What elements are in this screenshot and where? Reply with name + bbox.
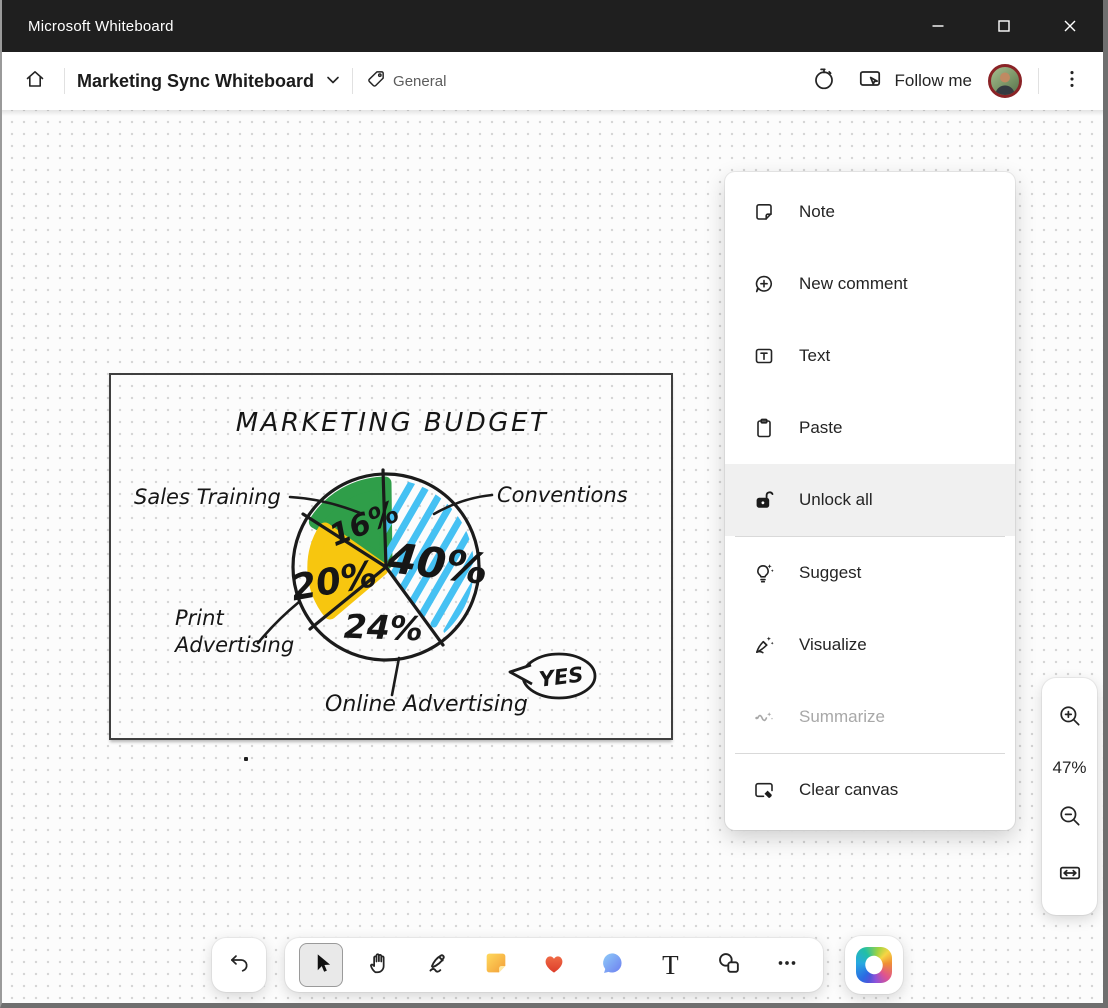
unlock-icon [751, 487, 777, 513]
more-options-button[interactable] [1055, 64, 1089, 98]
slice-value-24: 24% [343, 607, 423, 649]
undo-button[interactable] [212, 938, 266, 992]
screen-share-icon [857, 66, 883, 97]
reaction-tool[interactable] [532, 943, 576, 987]
home-button[interactable] [18, 64, 52, 98]
copilot-icon [856, 947, 892, 983]
slice-value-20: 20% [288, 554, 380, 609]
ellipsis-icon [774, 950, 800, 981]
menu-item-label: Unlock all [799, 490, 873, 510]
tools-toolbar: T [285, 938, 823, 992]
pan-tool[interactable] [357, 943, 401, 987]
comment-bubble-icon [598, 949, 626, 982]
ink-pen-tool[interactable] [416, 943, 460, 987]
timer-button[interactable] [807, 64, 841, 98]
suggest-icon [751, 560, 777, 586]
follow-me-label: Follow me [895, 71, 972, 91]
zoom-level[interactable]: 47% [1052, 758, 1086, 778]
whiteboard-app-window: Microsoft Whiteboard Marketing Sync Whit… [0, 0, 1108, 1008]
hand-icon [366, 950, 392, 981]
copilot-button[interactable] [845, 936, 903, 994]
visualize-icon [751, 632, 777, 658]
maximize-button[interactable] [971, 0, 1037, 52]
whiteboard-canvas[interactable]: MARKETING BUDGET [2, 110, 1103, 1003]
label-print-line2: Advertising [173, 633, 294, 657]
zoom-in-button[interactable] [1053, 701, 1087, 735]
undo-icon [226, 950, 252, 981]
menu-item-label: Summarize [799, 707, 885, 727]
summarize-icon [751, 704, 777, 730]
heart-icon [540, 949, 568, 982]
header-divider [1038, 68, 1039, 94]
zoom-out-icon [1057, 803, 1083, 834]
text-tool[interactable]: T [648, 943, 692, 987]
minimize-button[interactable] [905, 0, 971, 52]
tag-label: General [393, 73, 446, 90]
window-title: Microsoft Whiteboard [28, 18, 174, 35]
new-comment-icon [751, 271, 777, 297]
app-header: Marketing Sync Whiteboard General [2, 52, 1103, 110]
menu-item-summarize[interactable]: Summarize [725, 681, 1015, 753]
select-tool[interactable] [299, 943, 343, 987]
header-divider [64, 68, 65, 94]
shapes-tool[interactable] [707, 943, 751, 987]
label-conventions: Conventions [497, 483, 628, 507]
menu-item-label: New comment [799, 274, 908, 294]
fit-to-screen-icon [1057, 860, 1083, 891]
pie-chart-drawing: MARKETING BUDGET [111, 375, 671, 738]
zoom-out-button[interactable] [1053, 801, 1087, 835]
tag-icon [365, 68, 387, 95]
note-icon [751, 199, 777, 225]
menu-item-clear-canvas[interactable]: Clear canvas [725, 754, 1015, 826]
sticky-note-tool[interactable] [474, 943, 518, 987]
text-tool-icon: T [662, 952, 679, 979]
tag-button[interactable]: General [365, 68, 446, 95]
kebab-menu-icon [1061, 68, 1083, 95]
menu-item-label: Paste [799, 418, 842, 438]
menu-item-note[interactable]: Note [725, 176, 1015, 248]
board-title[interactable]: Marketing Sync Whiteboard [77, 71, 314, 92]
menu-item-label: Suggest [799, 563, 861, 583]
chart-title: MARKETING BUDGET [236, 408, 549, 438]
fit-to-screen-button[interactable] [1053, 858, 1087, 892]
cursor-arrow-icon [308, 950, 334, 981]
menu-item-label: Text [799, 346, 830, 366]
menu-item-new-comment[interactable]: New comment [725, 248, 1015, 320]
clear-canvas-icon [751, 777, 777, 803]
ink-dot-mark [244, 757, 248, 761]
menu-item-suggest[interactable]: Suggest [725, 537, 1015, 609]
text-icon [751, 343, 777, 369]
title-bar: Microsoft Whiteboard [2, 0, 1103, 52]
ink-pen-icon [424, 949, 452, 982]
paste-icon [751, 415, 777, 441]
header-divider [352, 68, 353, 94]
comment-tool[interactable] [590, 943, 634, 987]
chevron-down-icon[interactable] [326, 72, 340, 90]
menu-item-paste[interactable]: Paste [725, 392, 1015, 464]
label-sales-training: Sales Training [134, 485, 281, 509]
follow-me-button[interactable]: Follow me [857, 66, 972, 97]
menu-item-text[interactable]: Text [725, 320, 1015, 392]
menu-item-unlock-all[interactable]: Unlock all [725, 464, 1015, 536]
menu-item-label: Note [799, 202, 835, 222]
close-button[interactable] [1037, 0, 1103, 52]
shapes-icon [715, 949, 743, 982]
avatar[interactable] [988, 64, 1022, 98]
more-tools-button[interactable] [765, 943, 809, 987]
label-online-advertising: Online Advertising [325, 692, 528, 717]
canvas-context-menu: Note New comment Text Paste [725, 172, 1015, 830]
sticky-note-icon [482, 949, 510, 982]
zoom-in-icon [1057, 703, 1083, 734]
menu-item-label: Visualize [799, 635, 867, 655]
timer-icon [811, 66, 837, 97]
marketing-budget-frame[interactable]: MARKETING BUDGET [109, 373, 673, 740]
home-icon [23, 67, 47, 96]
menu-item-label: Clear canvas [799, 780, 898, 800]
menu-item-visualize[interactable]: Visualize [725, 609, 1015, 681]
label-print-line1: Print [175, 606, 224, 630]
zoom-panel: 47% [1042, 678, 1097, 915]
